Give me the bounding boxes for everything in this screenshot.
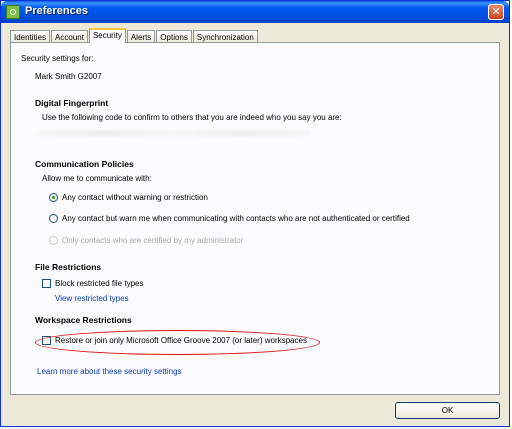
fingerprint-code: [37, 130, 309, 136]
window-title: Preferences: [25, 5, 88, 17]
identity-name: Mark Smith G2007: [35, 72, 102, 81]
groove-app-icon: [6, 5, 20, 19]
radio-warn-contact[interactable]: [49, 214, 58, 223]
close-button[interactable]: ✕: [488, 4, 504, 20]
radio-certified-only-label: Only contacts who are certified by my ad…: [62, 236, 244, 245]
block-file-types-label: Block restricted file types: [55, 279, 144, 288]
radio-any-contact-label: Any contact without warning or restricti…: [62, 193, 208, 202]
fingerprint-heading: Digital Fingerprint: [35, 98, 109, 108]
block-file-types-checkbox[interactable]: [42, 279, 51, 288]
allow-label: Allow me to communicate with:: [42, 174, 152, 183]
fingerprint-description: Use the following code to confirm to oth…: [42, 113, 342, 122]
workspace-restrictions-heading: Workspace Restrictions: [35, 315, 132, 325]
preferences-window: Preferences ✕ Identities Account Securit…: [0, 0, 510, 427]
communication-heading: Communication Policies: [35, 159, 134, 169]
radio-any-contact[interactable]: [49, 193, 58, 202]
red-highlight-ellipse: [35, 330, 320, 355]
radio-certified-only[interactable]: [49, 236, 58, 245]
view-restricted-types-link[interactable]: View restricted types: [55, 294, 129, 303]
tab-strip: Identities Account Security Alerts Optio…: [10, 28, 259, 43]
learn-more-link[interactable]: Learn more about these security settings: [37, 367, 182, 376]
file-restrictions-heading: File Restrictions: [35, 262, 102, 272]
security-panel: Security settings for: Mark Smith G2007 …: [10, 42, 500, 395]
tab-security[interactable]: Security: [88, 28, 126, 43]
ok-button[interactable]: OK: [395, 402, 500, 419]
close-icon: ✕: [491, 5, 501, 18]
radio-warn-contact-label: Any contact but warn me when communicati…: [62, 214, 410, 223]
title-bar[interactable]: Preferences ✕: [1, 1, 509, 23]
settings-for-label: Security settings for:: [21, 54, 94, 63]
